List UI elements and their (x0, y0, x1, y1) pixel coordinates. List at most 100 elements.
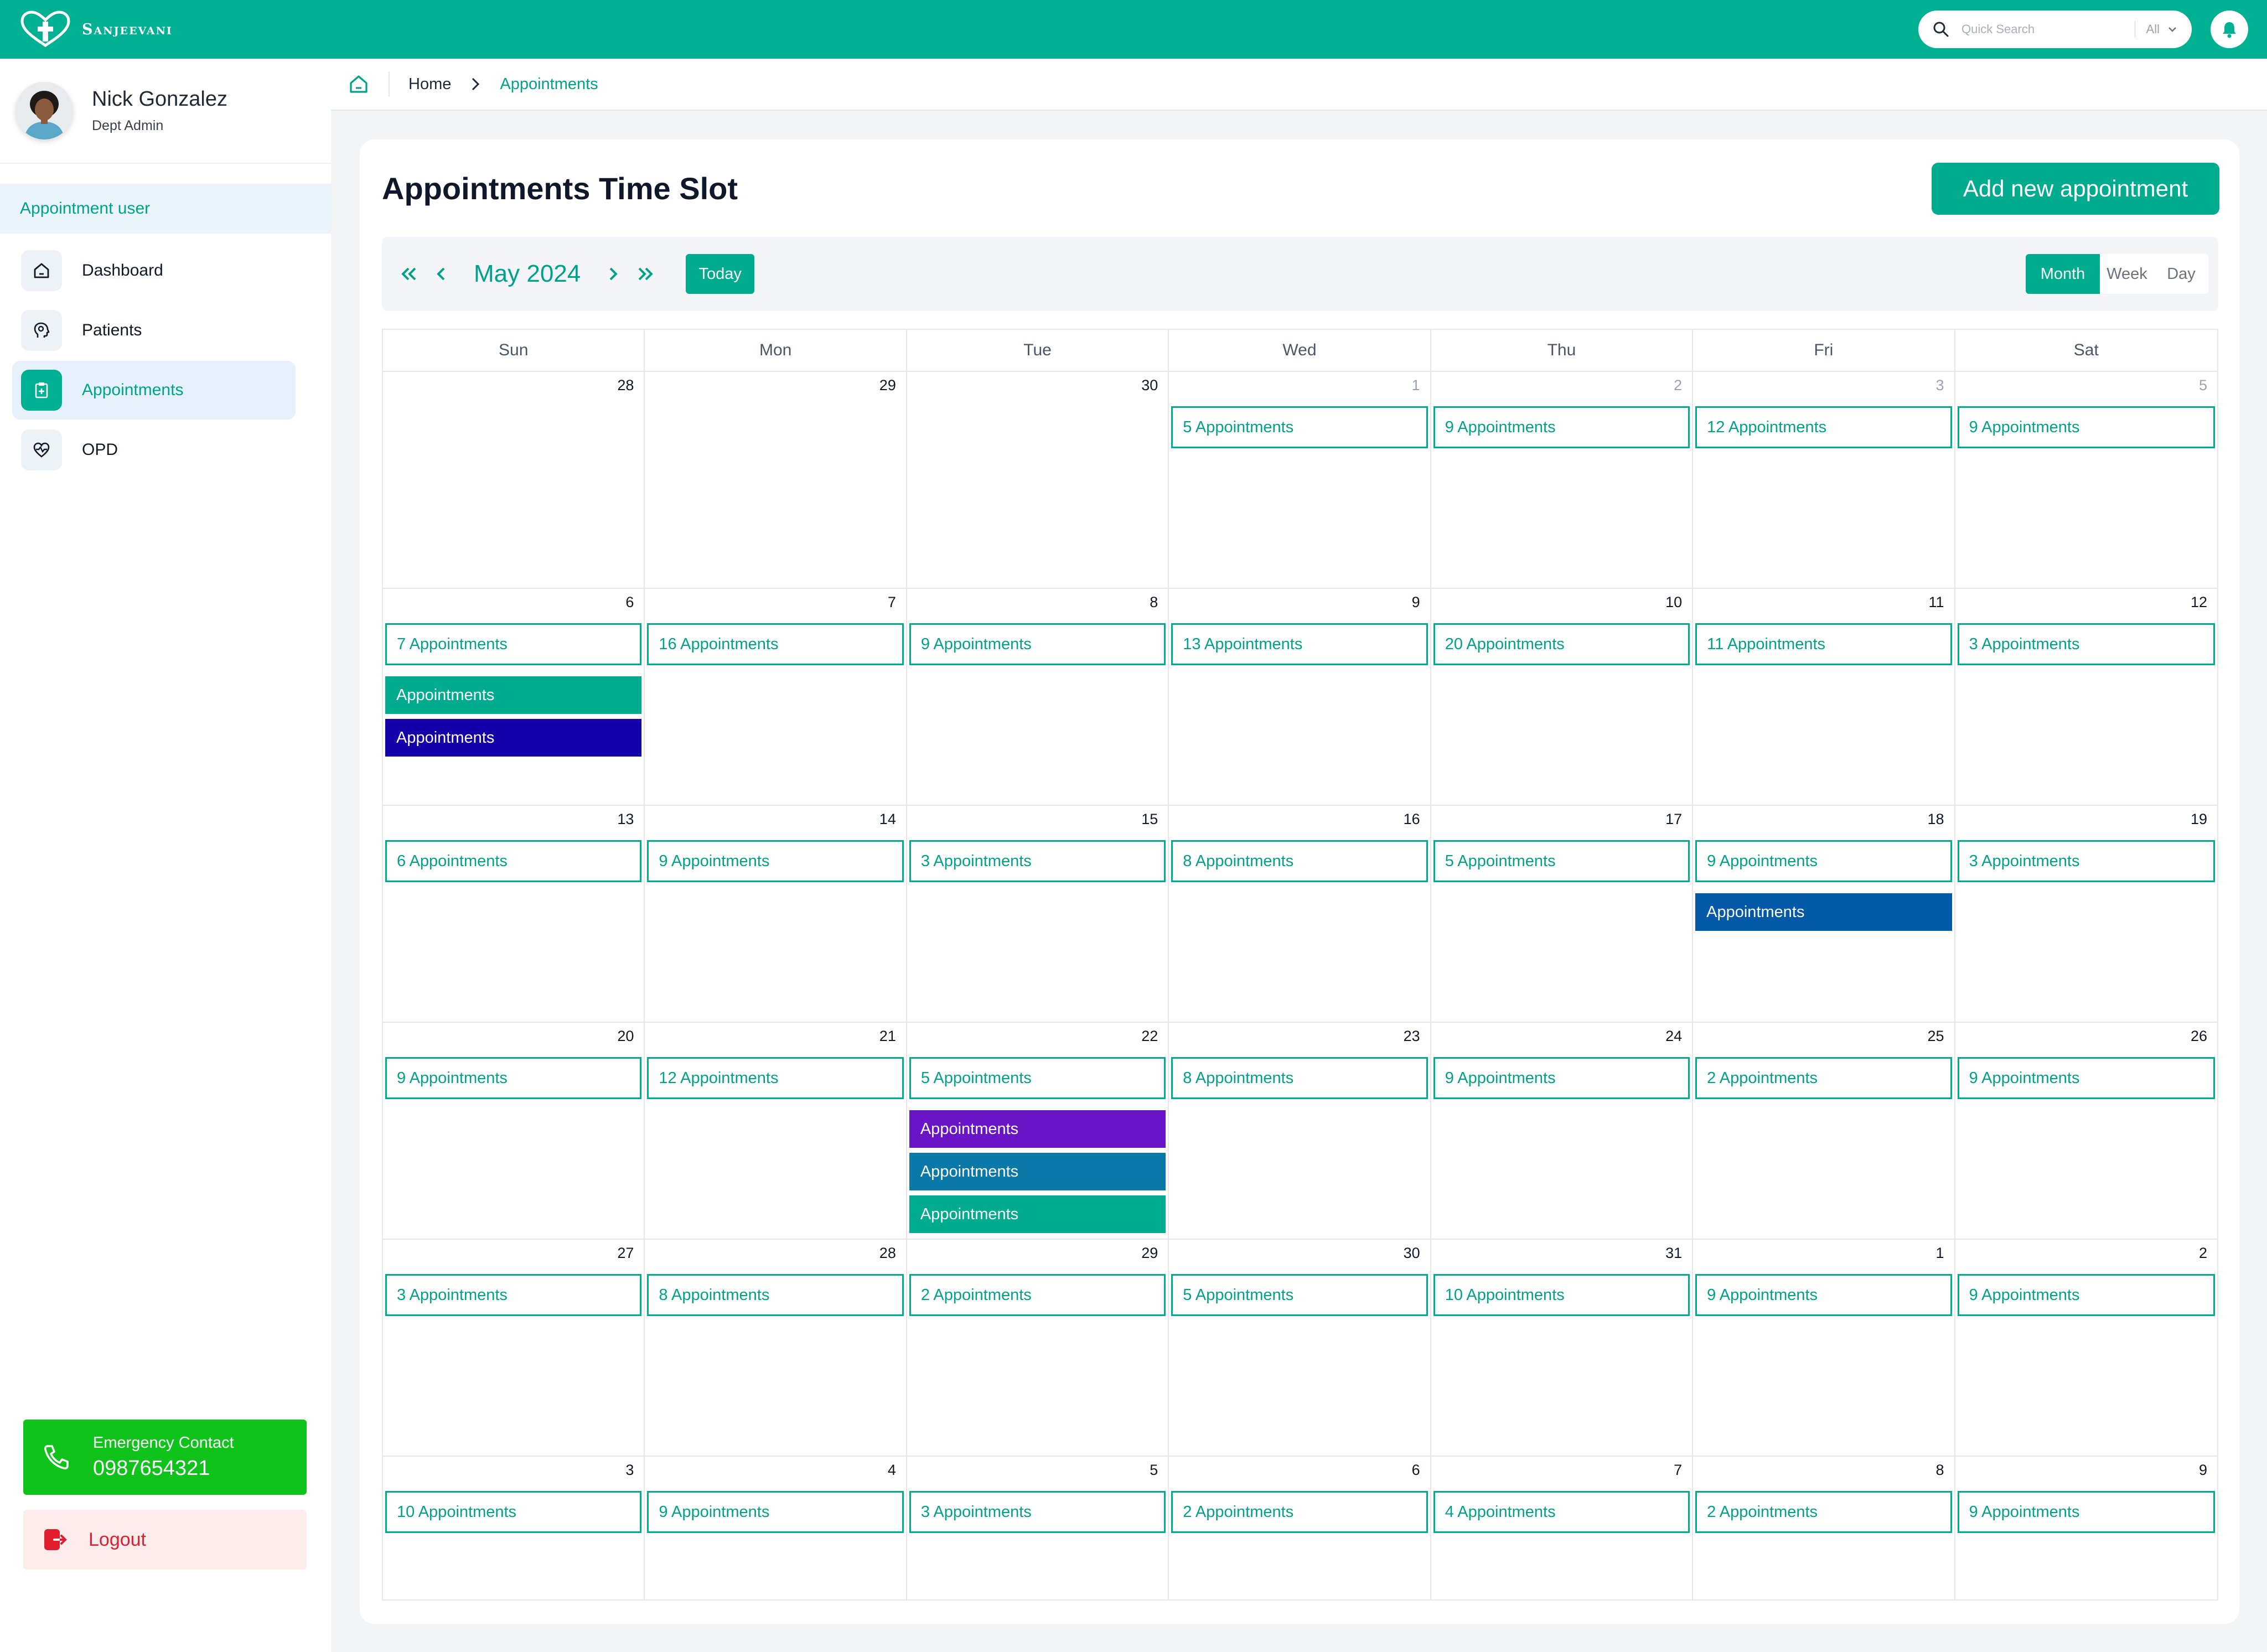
appointment-count-box[interactable]: 9 Appointments (647, 1491, 904, 1533)
appointment-event[interactable]: Appointments (1695, 893, 1952, 931)
calendar-day-cell[interactable]: 25 2 Appointments (1693, 1023, 1955, 1239)
calendar-day-cell[interactable]: 3 10 Appointments (383, 1457, 645, 1599)
logout-button[interactable]: Logout (23, 1510, 307, 1570)
calendar-day-cell[interactable]: 6 2 Appointments (1169, 1457, 1431, 1599)
appointment-count-box[interactable]: 3 Appointments (1957, 623, 2215, 665)
calendar-day-cell[interactable]: 19 3 Appointments (1955, 806, 2217, 1022)
calendar-day-cell[interactable]: 15 3 Appointments (907, 806, 1169, 1022)
calendar-day-cell[interactable]: 1 5 Appointments (1169, 372, 1431, 588)
calendar-day-cell[interactable]: 2 9 Appointments (1955, 1240, 2217, 1456)
appointment-count-box[interactable]: 20 Appointments (1433, 623, 1690, 665)
appointment-count-box[interactable]: 9 Appointments (647, 840, 904, 882)
next-year-button[interactable] (629, 257, 662, 291)
appointment-count-box[interactable]: 3 Appointments (385, 1274, 642, 1316)
calendar-day-cell[interactable]: 8 2 Appointments (1693, 1457, 1955, 1599)
calendar-day-cell[interactable]: 17 5 Appointments (1431, 806, 1694, 1022)
calendar-day-cell[interactable]: 1 9 Appointments (1693, 1240, 1955, 1456)
sidebar-item-dashboard[interactable]: Dashboard (12, 241, 296, 300)
appointment-event[interactable]: Appointments (909, 1195, 1166, 1233)
calendar-day-cell[interactable]: 9 9 Appointments (1955, 1457, 2217, 1599)
user-profile[interactable]: Nick Gonzalez Dept Admin (0, 59, 331, 164)
appointment-count-box[interactable]: 12 Appointments (1695, 406, 1952, 448)
appointment-count-box[interactable]: 9 Appointments (1957, 1491, 2215, 1533)
appointment-count-box[interactable]: 5 Appointments (909, 1057, 1166, 1099)
calendar-day-cell[interactable]: 30 5 Appointments (1169, 1240, 1431, 1456)
calendar-day-cell[interactable]: 11 11 Appointments (1693, 589, 1955, 805)
calendar-day-cell[interactable]: 22 5 Appointments Appointments Appointments… (907, 1023, 1169, 1239)
brand[interactable]: Sanjeevani (19, 10, 173, 49)
next-month-button[interactable] (596, 257, 629, 291)
calendar-day-cell[interactable]: 21 12 Appointments (645, 1023, 907, 1239)
appointment-count-box[interactable]: 9 Appointments (1433, 406, 1690, 448)
calendar-day-cell[interactable]: 27 3 Appointments (383, 1240, 645, 1456)
appointment-count-box[interactable]: 3 Appointments (909, 1491, 1166, 1533)
appointment-count-box[interactable]: 10 Appointments (385, 1491, 642, 1533)
appointment-count-box[interactable]: 9 Appointments (385, 1057, 642, 1099)
appointment-event[interactable]: Appointments (909, 1153, 1166, 1190)
appointment-count-box[interactable]: 8 Appointments (647, 1274, 904, 1316)
add-appointment-button[interactable]: Add new appointment (1932, 163, 2219, 215)
calendar-day-cell[interactable]: 14 9 Appointments (645, 806, 907, 1022)
appointment-count-box[interactable]: 9 Appointments (1695, 1274, 1952, 1316)
appointment-count-box[interactable]: 4 Appointments (1433, 1491, 1690, 1533)
calendar-day-cell[interactable]: 29 2 Appointments (907, 1240, 1169, 1456)
calendar-day-cell[interactable]: 18 9 Appointments Appointments (1693, 806, 1955, 1022)
appointment-count-box[interactable]: 5 Appointments (1433, 840, 1690, 882)
appointment-count-box[interactable]: 8 Appointments (1171, 1057, 1428, 1099)
sidebar-item-appointments[interactable]: Appointments (12, 361, 296, 420)
appointment-count-box[interactable]: 9 Appointments (1957, 1057, 2215, 1099)
calendar-day-cell[interactable]: 4 9 Appointments (645, 1457, 907, 1599)
sidebar-item-opd[interactable]: OPD (12, 421, 296, 479)
view-month-button[interactable]: Month (2026, 254, 2100, 294)
calendar-day-cell[interactable]: 12 3 Appointments (1955, 589, 2217, 805)
appointment-event[interactable]: Appointments (385, 719, 642, 757)
appointment-count-box[interactable]: 12 Appointments (647, 1057, 904, 1099)
sidebar-item-patients[interactable]: Patients (12, 301, 296, 360)
appointment-event[interactable]: Appointments (909, 1110, 1166, 1148)
calendar-day-cell[interactable]: 26 9 Appointments (1955, 1023, 2217, 1239)
appointment-count-box[interactable]: 11 Appointments (1695, 623, 1952, 665)
view-day-button[interactable]: Day (2154, 254, 2208, 294)
calendar-day-cell[interactable]: 28 8 Appointments (645, 1240, 907, 1456)
appointment-count-box[interactable]: 9 Appointments (1957, 1274, 2215, 1316)
emergency-contact[interactable]: Emergency Contact 0987654321 (23, 1420, 307, 1495)
appointment-count-box[interactable]: 9 Appointments (909, 623, 1166, 665)
appointment-count-box[interactable]: 5 Appointments (1171, 406, 1428, 448)
calendar-day-cell[interactable]: 31 10 Appointments (1431, 1240, 1694, 1456)
appointment-count-box[interactable]: 2 Appointments (1695, 1057, 1952, 1099)
search-filter-dropdown[interactable]: All (2146, 22, 2177, 37)
calendar-day-cell[interactable]: 30 (907, 372, 1169, 588)
appointment-count-box[interactable]: 16 Appointments (647, 623, 904, 665)
view-week-button[interactable]: Week (2100, 254, 2154, 294)
calendar-day-cell[interactable]: 20 9 Appointments (383, 1023, 645, 1239)
search-input[interactable] (1961, 22, 2124, 37)
appointment-count-box[interactable]: 9 Appointments (1695, 840, 1952, 882)
appointment-count-box[interactable]: 2 Appointments (1695, 1491, 1952, 1533)
appointment-count-box[interactable]: 2 Appointments (909, 1274, 1166, 1316)
appointment-count-box[interactable]: 3 Appointments (909, 840, 1166, 882)
calendar-day-cell[interactable]: 3 12 Appointments (1693, 372, 1955, 588)
calendar-day-cell[interactable]: 5 3 Appointments (907, 1457, 1169, 1599)
calendar-day-cell[interactable]: 10 20 Appointments (1431, 589, 1694, 805)
appointment-count-box[interactable]: 5 Appointments (1171, 1274, 1428, 1316)
calendar-day-cell[interactable]: 5 9 Appointments (1955, 372, 2217, 588)
calendar-day-cell[interactable]: 2 9 Appointments (1431, 372, 1694, 588)
calendar-day-cell[interactable]: 9 13 Appointments (1169, 589, 1431, 805)
breadcrumb-home[interactable]: Home (408, 75, 451, 94)
notification-button[interactable] (2211, 11, 2248, 48)
appointment-count-box[interactable]: 9 Appointments (1433, 1057, 1690, 1099)
prev-month-button[interactable] (425, 257, 458, 291)
calendar-day-cell[interactable]: 24 9 Appointments (1431, 1023, 1694, 1239)
calendar-day-cell[interactable]: 28 (383, 372, 645, 588)
today-button[interactable]: Today (686, 254, 755, 294)
calendar-day-cell[interactable]: 7 4 Appointments (1431, 1457, 1694, 1599)
appointment-count-box[interactable]: 7 Appointments (385, 623, 642, 665)
appointment-count-box[interactable]: 3 Appointments (1957, 840, 2215, 882)
prev-year-button[interactable] (392, 257, 425, 291)
calendar-day-cell[interactable]: 23 8 Appointments (1169, 1023, 1431, 1239)
appointment-count-box[interactable]: 10 Appointments (1433, 1274, 1690, 1316)
calendar-day-cell[interactable]: 13 6 Appointments (383, 806, 645, 1022)
appointment-event[interactable]: Appointments (385, 676, 642, 714)
calendar-day-cell[interactable]: 16 8 Appointments (1169, 806, 1431, 1022)
appointment-count-box[interactable]: 2 Appointments (1171, 1491, 1428, 1533)
